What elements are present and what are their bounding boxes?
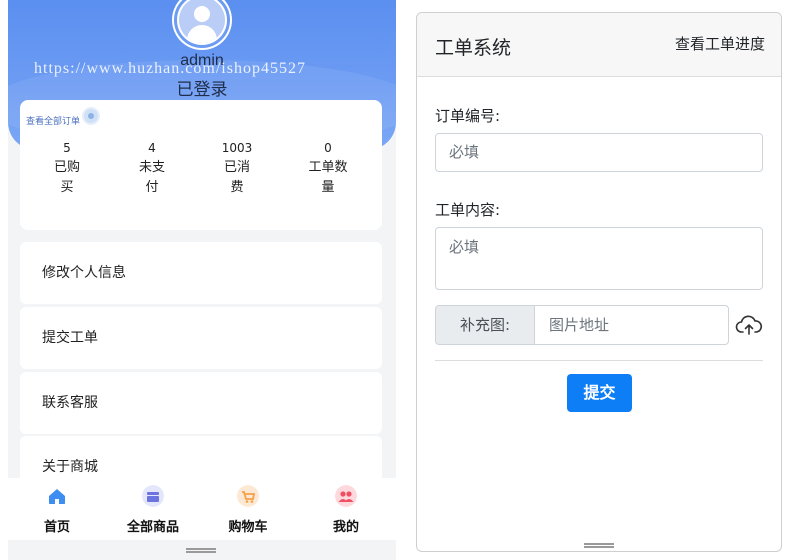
stage: admin https://www.huzhan.com/ishop45527 … [0, 0, 791, 560]
cloud-upload-icon[interactable] [735, 313, 763, 337]
stat-value: 1003 [221, 141, 253, 155]
home-indicator [584, 543, 614, 548]
view-progress-link[interactable]: 查看工单进度 [675, 33, 765, 54]
ticket-card: 工单系统 查看工单进度 订单编号: 必填 工单内容: 必填 补充图: 图片地址 … [416, 12, 782, 552]
stat-tickets[interactable]: 0 工单数量 [293, 140, 363, 198]
stat-label: 工单数量 [308, 160, 348, 195]
tab-label: 全部商品 [126, 520, 179, 535]
page-title: 工单系统 [435, 37, 512, 59]
tab-label: 我的 [332, 520, 359, 535]
stat-label: 已消费 [223, 160, 250, 195]
ticket-content-label: 工单内容: [435, 201, 501, 219]
home-indicator [186, 548, 216, 553]
user-group-icon [335, 485, 357, 507]
stat-value: 4 [148, 141, 156, 155]
menu-submit-ticket[interactable]: 提交工单 [20, 307, 382, 369]
ticket-system-panel: 工单系统 查看工单进度 订单编号: 必填 工单内容: 必填 补充图: 图片地址 … [404, 0, 791, 560]
user-icon [179, 0, 225, 43]
cart-icon [237, 485, 259, 507]
order-number-input[interactable]: 必填 [435, 133, 763, 172]
menu-contact-support[interactable]: 联系客服 [20, 372, 382, 434]
store-icon [142, 485, 164, 507]
orders-card: 查看全部订单 5 已购买 4 未支付 1003 已消费 0 工单数量 [20, 100, 382, 230]
login-status: 已登录 [176, 80, 228, 100]
stat-unpaid[interactable]: 4 未支付 [117, 140, 187, 198]
tab-cart[interactable]: 购物车 [208, 478, 288, 540]
stat-spent[interactable]: 1003 已消费 [202, 140, 272, 198]
stat-purchased[interactable]: 5 已购买 [32, 140, 102, 198]
card-header: 工单系统 查看工单进度 [417, 13, 781, 77]
image-url-group: 补充图: 图片地址 [435, 305, 731, 345]
stat-value: 0 [324, 141, 332, 155]
user-center-panel: admin https://www.huzhan.com/ishop45527 … [8, 0, 396, 560]
home-icon [49, 489, 65, 504]
tab-label: 首页 [43, 520, 70, 535]
stat-value: 5 [63, 141, 71, 155]
bottom-tabbar: 首页 全部商品 购物车 我的 [8, 478, 396, 540]
image-url-input[interactable]: 图片地址 [534, 305, 729, 345]
ticket-content-textarea[interactable]: 必填 [435, 227, 763, 290]
tab-all-products[interactable]: 全部商品 [113, 478, 193, 540]
tab-mine[interactable]: 我的 [306, 478, 386, 540]
menu-edit-profile[interactable]: 修改个人信息 [20, 242, 382, 304]
divider [435, 360, 763, 361]
stat-label: 未支付 [138, 160, 165, 195]
orders-icon[interactable] [82, 107, 100, 125]
avatar[interactable] [174, 0, 230, 48]
submit-button[interactable]: 提交 [567, 374, 632, 412]
order-number-label: 订单编号: [435, 107, 501, 125]
tab-home[interactable]: 首页 [17, 478, 97, 540]
image-addon-label: 补充图: [435, 305, 535, 345]
view-all-orders-link[interactable]: 查看全部订单 [26, 114, 80, 127]
stat-label: 已购买 [53, 160, 80, 195]
tab-label: 购物车 [228, 520, 268, 535]
